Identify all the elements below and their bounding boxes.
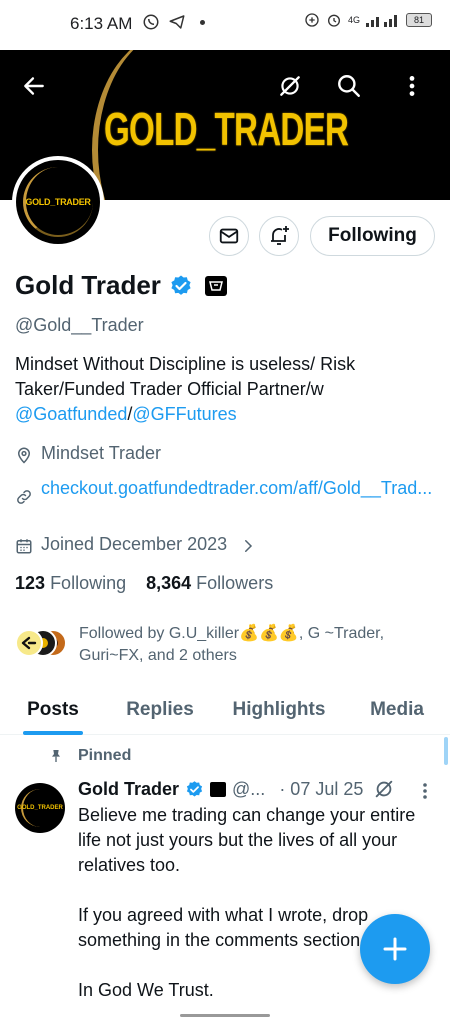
following-stat[interactable]: 123 Following	[15, 573, 126, 594]
tweet-paragraph: In God We Trust.	[78, 980, 214, 1000]
followers-count: 8,364	[146, 573, 192, 593]
website-link[interactable]: checkout.goatfundedtrader.com/aff/Gold__…	[41, 476, 432, 501]
data-saver-icon	[305, 13, 319, 27]
tab-label: Posts	[27, 699, 79, 720]
tweet-author-name[interactable]: Gold Trader	[78, 779, 179, 800]
arrow-left-icon	[24, 77, 44, 95]
followed-by-row[interactable]: Followed by G.U_killer💰💰💰, G ~Trader, Gu…	[15, 623, 399, 667]
notifications-button[interactable]	[259, 216, 299, 256]
message-button[interactable]	[209, 216, 249, 256]
signal-icon	[366, 15, 397, 27]
compose-button[interactable]	[360, 914, 430, 984]
notification-icons	[142, 13, 205, 31]
tweet-author-avatar[interactable]: GOLD_TRADER	[15, 783, 65, 833]
pin-icon	[52, 750, 60, 762]
chevron-right-icon[interactable]	[239, 537, 257, 555]
battery-icon: 81	[406, 13, 432, 27]
bio-mention-gffutures[interactable]: @GFFutures	[132, 404, 236, 424]
status-bar: 6:13 AM 4G 81	[0, 0, 450, 50]
pinned-label-row: Pinned	[48, 747, 131, 765]
vertical-dots-icon	[409, 76, 415, 96]
tweet-avatar-text: GOLD_TRADER	[17, 805, 63, 811]
system-icons: 4G 81	[304, 12, 432, 28]
location-row: Mindset Trader	[15, 443, 161, 464]
tweet-date: · 07 Jul 25	[279, 778, 364, 799]
gf-logo-icon	[208, 280, 223, 291]
alarm-icon	[327, 14, 340, 27]
tab-label: Media	[370, 699, 424, 720]
dot-icon	[200, 19, 205, 25]
following-count: 123	[15, 573, 46, 593]
verified-badge-icon[interactable]	[169, 274, 193, 298]
battery-level: 81	[413, 15, 424, 25]
search-button[interactable]	[331, 68, 367, 104]
joined-text: Joined December 2023	[41, 534, 228, 554]
avatar-mark-icon	[21, 636, 37, 650]
followers-label: Followers	[196, 573, 274, 593]
calendar-icon	[16, 539, 32, 554]
location-pin-icon	[17, 447, 31, 464]
grok-icon	[280, 76, 300, 96]
network-type: 4G	[347, 15, 360, 25]
following-label: Following	[50, 573, 127, 593]
followed-by-avatars	[15, 627, 71, 659]
verified-badge-icon	[186, 780, 203, 797]
avatar-image: GOLD_TRADER	[16, 160, 100, 244]
followers-stat[interactable]: 8,364 Followers	[146, 573, 273, 594]
telegram-icon	[169, 15, 185, 29]
plus-icon	[383, 937, 407, 961]
profile-bio: Mindset Without Discipline is useless/ R…	[15, 352, 435, 427]
follower-avatar	[15, 629, 43, 657]
bell-plus-icon	[271, 226, 289, 245]
pinned-label: Pinned	[78, 747, 132, 764]
banner-title: GOLD_TRADER	[104, 103, 349, 155]
display-name: Gold Trader	[15, 270, 161, 300]
tweet-paragraph: Believe me trading can change your entir…	[78, 805, 416, 875]
bio-text: Mindset Without Discipline is useless/ R…	[15, 354, 356, 399]
tab-label: Replies	[126, 699, 194, 720]
grok-button[interactable]	[272, 68, 308, 104]
tweet-more-button[interactable]	[418, 780, 432, 807]
status-time: 6:13 AM	[70, 14, 133, 33]
link-icon	[17, 490, 31, 504]
tab-replies[interactable]: Replies	[106, 685, 214, 735]
tab-posts[interactable]: Posts	[0, 685, 106, 735]
mail-icon	[219, 228, 239, 244]
affiliate-badge-icon	[210, 781, 227, 797]
bio-mention-goatfunded[interactable]: @Goatfunded	[15, 404, 127, 424]
avatar-logo-text: GOLD_TRADER	[25, 197, 91, 207]
grok-icon[interactable]	[373, 778, 395, 800]
home-indicator[interactable]	[180, 1014, 270, 1017]
website-row: checkout.goatfundedtrader.com/aff/Gold__…	[15, 476, 432, 506]
profile-avatar[interactable]: GOLD_TRADER	[12, 156, 104, 248]
location-text: Mindset Trader	[41, 443, 162, 463]
active-tab-indicator	[23, 731, 83, 735]
whatsapp-icon	[143, 14, 159, 30]
scrollbar[interactable]	[444, 737, 448, 765]
follow-stats: 123 Following 8,364 Followers	[15, 573, 273, 594]
tweet-body[interactable]: Believe me trading can change your entir…	[78, 803, 418, 1024]
search-icon	[338, 75, 360, 97]
vertical-dots-icon	[423, 783, 427, 799]
tab-media[interactable]: Media	[344, 685, 450, 735]
followed-by-text: Followed by G.U_killer💰💰💰, G ~Trader, Gu…	[79, 625, 385, 664]
tweet-header: Gold Trader @... · 07 Jul 25	[78, 778, 395, 800]
affiliate-badge-icon[interactable]	[204, 275, 227, 296]
profile-handle: @Gold__Trader	[15, 315, 144, 335]
tab-label: Highlights	[232, 699, 326, 720]
back-button[interactable]	[16, 68, 52, 104]
following-button[interactable]: Following	[310, 216, 435, 256]
tab-highlights[interactable]: Highlights	[214, 685, 344, 735]
display-name-row: Gold Trader	[15, 270, 227, 301]
more-options-button[interactable]	[394, 68, 430, 104]
profile-tabs: Posts Replies Highlights Media	[0, 685, 450, 735]
joined-row: Joined December 2023	[15, 534, 257, 555]
tweet-author-handle: @...	[232, 778, 266, 799]
